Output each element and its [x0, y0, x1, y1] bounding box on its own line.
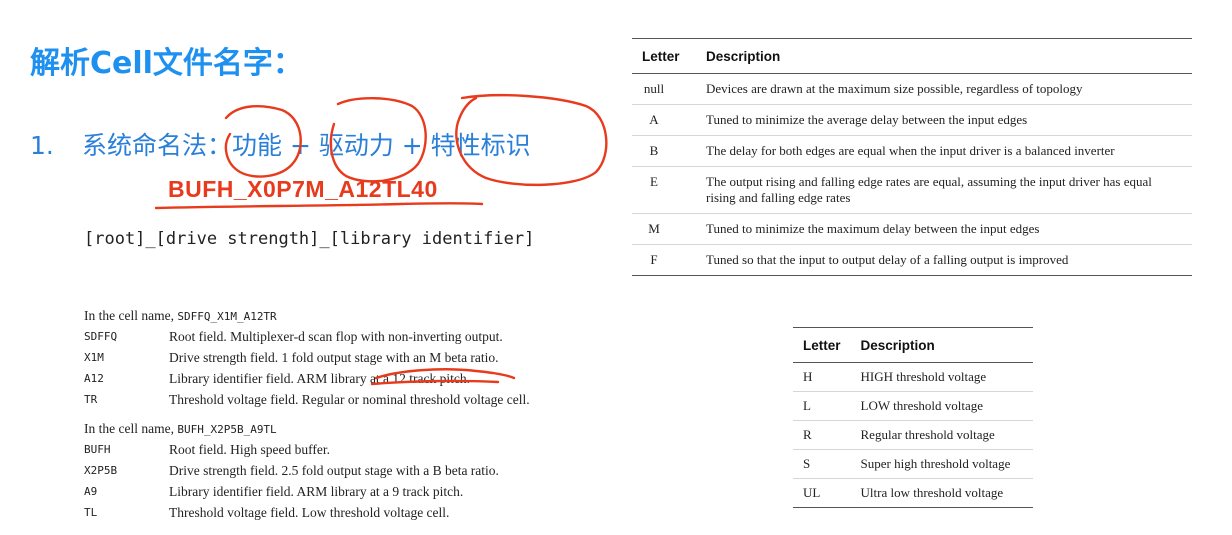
table-row: null Devices are drawn at the maximum siz…	[632, 73, 1192, 105]
field-key: X2P5B	[84, 464, 118, 477]
field-key: SDFFQ	[84, 330, 118, 343]
description-cell: The delay for both edges are equal when …	[696, 135, 1192, 167]
field-key: A12	[84, 372, 104, 385]
intro-text: In the cell name,	[84, 421, 174, 436]
letter-cell: L	[793, 391, 851, 421]
field-key: TL	[84, 506, 98, 519]
header-letter: Letter	[793, 327, 851, 363]
example-block-2: In the cell name, BUFH_X2P5B_A9TL BUFH Ro…	[84, 419, 499, 523]
description-cell: The output rising and falling edge rates…	[696, 166, 1192, 214]
intro-text: In the cell name,	[84, 308, 174, 323]
example-intro: In the cell name, SDFFQ_X1M_A12TR	[84, 306, 530, 326]
field-desc: Library identifier field. ARM library at…	[169, 484, 464, 499]
description-cell: Devices are drawn at the maximum size po…	[696, 73, 1192, 105]
letter-cell: R	[793, 420, 851, 450]
underline-example-annotation	[154, 202, 484, 210]
table-row: H HIGH threshold voltage	[793, 362, 1033, 392]
field-desc: Library identifier field. ARM library at…	[169, 371, 471, 386]
naming-pattern: [root]_[drive strength]_[library identif…	[84, 229, 535, 249]
letter-cell: H	[793, 362, 851, 392]
field-key: A9	[84, 485, 98, 498]
field-key: X1M	[84, 351, 104, 364]
field-desc: Root field. Multiplexer-d scan flop with…	[169, 329, 503, 344]
example-block-1: In the cell name, SDFFQ_X1M_A12TR SDFFQ R…	[84, 306, 530, 410]
letter-cell: A	[632, 104, 696, 136]
slide-title: 解析Cell文件名字：	[30, 46, 303, 81]
description-cell: Tuned to minimize the average delay betw…	[696, 104, 1192, 136]
field-row: TR Threshold voltage field. Regular or no…	[84, 389, 530, 410]
letter-cell: M	[632, 213, 696, 245]
field-key: TR	[84, 393, 98, 406]
description-cell: Super high threshold voltage	[850, 449, 1033, 479]
table-row: F Tuned so that the input to output delay…	[632, 245, 1192, 276]
field-key: BUFH	[84, 443, 111, 456]
table-row: B The delay for both edges are equal when…	[632, 135, 1192, 167]
field-desc: Drive strength field. 2.5 fold output st…	[169, 463, 499, 478]
description-cell: Tuned so that the input to output delay …	[706, 252, 1069, 267]
bullet-number: 1.	[30, 131, 54, 160]
field-desc: Root field. High speed buffer.	[169, 442, 330, 457]
letter-cell: B	[632, 135, 696, 167]
field-desc: Threshold voltage field. Regular or nomi…	[169, 392, 530, 407]
description-cell: HIGH threshold voltage	[850, 362, 1033, 392]
header-letter: Letter	[632, 38, 696, 74]
field-desc: Threshold voltage field. Low threshold v…	[169, 505, 450, 520]
example-cell-name: BUFH_X0P7M_A12TL40	[168, 176, 438, 202]
intro-cell-name: SDFFQ_X1M_A12TR	[177, 310, 277, 323]
description-cell: LOW threshold voltage	[850, 391, 1033, 421]
table-row: R Regular threshold voltage	[793, 420, 1033, 450]
example-intro: In the cell name, BUFH_X2P5B_A9TL	[84, 419, 499, 439]
table-header-row: Letter Description	[793, 327, 1033, 363]
table-row: S Super high threshold voltage	[793, 449, 1033, 479]
field-row: A12 Library identifier field. ARM library…	[84, 368, 530, 389]
table-row: A Tuned to minimize the average delay bet…	[632, 104, 1192, 136]
description-cell: Regular threshold voltage	[850, 420, 1033, 450]
field-row: X2P5B Drive strength field. 2.5 fold outp…	[84, 460, 499, 481]
intro-cell-name: BUFH_X2P5B_A9TL	[177, 423, 277, 436]
field-row: X1M Drive strength field. 1 fold output s…	[84, 347, 530, 368]
description-cell: Tuned to minimize the maximum delay betw…	[696, 213, 1192, 245]
beta-ratio-table: Letter Description null Devices are drawn…	[632, 38, 1192, 276]
table-row: E The output rising and falling edge rate…	[632, 166, 1192, 214]
letter-cell: UL	[803, 485, 821, 500]
field-desc: Drive strength field. 1 fold output stag…	[169, 350, 499, 365]
field-row: A9 Library identifier field. ARM library …	[84, 481, 499, 502]
table-row: M Tuned to minimize the maximum delay bet…	[632, 213, 1192, 245]
bullet-point: 1. 系统命名法：功能 + 驱动力 + 特性标识	[30, 126, 531, 162]
table-row: UL Ultra low threshold voltage	[793, 479, 1033, 508]
letter-cell: null	[632, 73, 696, 105]
table-header-row: Letter Description	[632, 38, 1192, 74]
field-row: TL Threshold voltage field. Low threshold…	[84, 502, 499, 523]
header-description: Description	[850, 327, 1033, 363]
field-row: SDFFQ Root field. Multiplexer-d scan flop…	[84, 326, 530, 347]
letter-cell: E	[632, 166, 696, 214]
header-description: Description	[696, 38, 1192, 74]
threshold-voltage-table: Letter Description H HIGH threshold volta…	[793, 327, 1033, 508]
letter-cell: F	[650, 252, 658, 267]
table-row: L LOW threshold voltage	[793, 391, 1033, 421]
description-cell: Ultra low threshold voltage	[860, 485, 1004, 500]
letter-cell: S	[793, 449, 851, 479]
field-row: BUFH Root field. High speed buffer.	[84, 439, 499, 460]
bullet-text: 系统命名法：功能 + 驱动力 + 特性标识	[82, 131, 531, 160]
